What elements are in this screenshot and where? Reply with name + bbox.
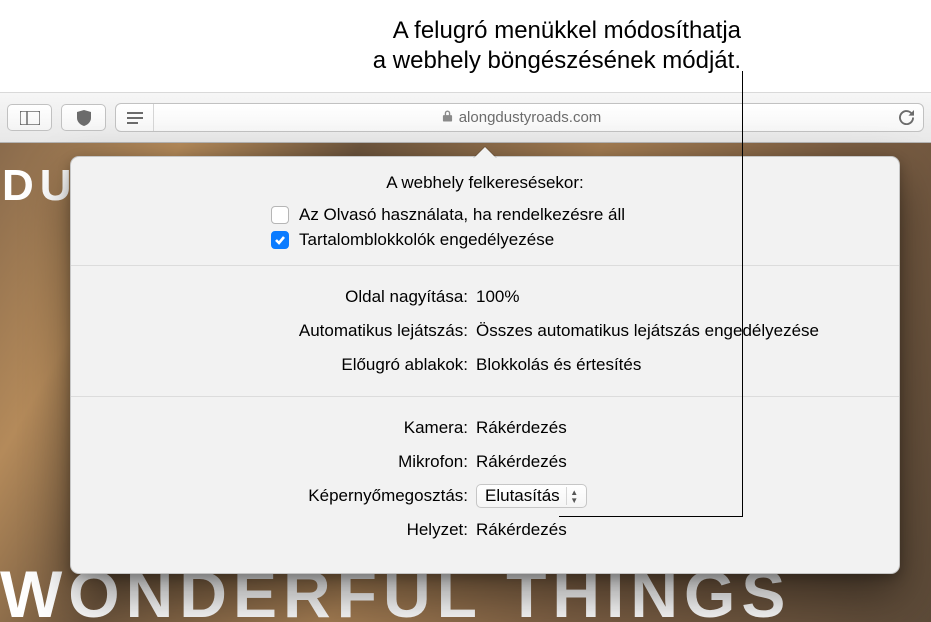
annotation-caption: A felugró menükkel módosíthatja a webhel…: [0, 0, 931, 92]
annotation-line2: a webhely böngészésének módját.: [373, 47, 741, 74]
autoplay-value[interactable]: Összes automatikus lejátszás engedélyezé…: [476, 321, 899, 341]
location-value[interactable]: Rákérdezés: [476, 520, 899, 540]
address-bar[interactable]: alongdustyroads.com: [115, 103, 924, 132]
url-host-text: alongdustyroads.com: [459, 109, 602, 126]
content-blockers-checkbox[interactable]: [271, 231, 289, 249]
settings-group-1: Oldal nagyítása: 100% Automatikus lejáts…: [71, 266, 899, 396]
privacy-shield-button[interactable]: [61, 104, 106, 131]
popover-title: A webhely felkeresésekor:: [93, 173, 877, 193]
reader-mode-icon[interactable]: [116, 104, 154, 131]
popups-row[interactable]: Előugró ablakok: Blokkolás és értesítés: [71, 348, 899, 382]
location-label: Helyzet:: [71, 520, 476, 540]
annotation-line1: A felugró menükkel módosíthatja: [393, 17, 741, 44]
microphone-value[interactable]: Rákérdezés: [476, 452, 899, 472]
zoom-label: Oldal nagyítása:: [71, 287, 476, 307]
content-blockers-checkbox-row[interactable]: Tartalomblokkolók engedélyezése: [93, 230, 877, 250]
autoplay-label: Automatikus lejátszás:: [71, 321, 476, 341]
content-blockers-checkbox-label: Tartalomblokkolók engedélyezése: [299, 230, 554, 250]
microphone-row[interactable]: Mikrofon: Rákérdezés: [71, 445, 899, 479]
url-display: alongdustyroads.com: [154, 109, 889, 127]
microphone-label: Mikrofon:: [71, 452, 476, 472]
camera-value[interactable]: Rákérdezés: [476, 418, 899, 438]
zoom-row[interactable]: Oldal nagyítása: 100%: [71, 280, 899, 314]
camera-row[interactable]: Kamera: Rákérdezés: [71, 411, 899, 445]
screenshare-select-value: Elutasítás: [485, 486, 560, 506]
sidebar-toggle-button[interactable]: [7, 104, 52, 131]
autoplay-row[interactable]: Automatikus lejátszás: Összes automatiku…: [71, 314, 899, 348]
lock-icon: [442, 109, 453, 127]
reader-checkbox[interactable]: [271, 206, 289, 224]
popups-value[interactable]: Blokkolás és értesítés: [476, 355, 899, 375]
bg-text-top: DU: [2, 161, 78, 211]
screenshare-label: Képernyőmegosztás:: [71, 486, 476, 506]
reader-checkbox-label: Az Olvasó használata, ha rendelkezésre á…: [299, 205, 625, 225]
camera-label: Kamera:: [71, 418, 476, 438]
screenshare-select[interactable]: Elutasítás ▲▼: [476, 484, 587, 508]
zoom-value[interactable]: 100%: [476, 287, 899, 307]
reload-icon[interactable]: [889, 110, 923, 125]
screenshare-row[interactable]: Képernyőmegosztás: Elutasítás ▲▼: [71, 479, 899, 513]
popups-label: Előugró ablakok:: [71, 355, 476, 375]
screenshare-value-wrap[interactable]: Elutasítás ▲▼: [476, 484, 899, 508]
popover-header-section: A webhely felkeresésekor: Az Olvasó hasz…: [71, 157, 899, 265]
browser-toolbar: alongdustyroads.com: [0, 92, 931, 143]
location-row[interactable]: Helyzet: Rákérdezés: [71, 513, 899, 547]
website-settings-popover: A webhely felkeresésekor: Az Olvasó hasz…: [70, 156, 900, 574]
reader-checkbox-row[interactable]: Az Olvasó használata, ha rendelkezésre á…: [93, 205, 877, 225]
settings-group-2: Kamera: Rákérdezés Mikrofon: Rákérdezés …: [71, 397, 899, 561]
select-stepper-icon: ▲▼: [566, 487, 582, 505]
popover-arrow: [473, 147, 497, 159]
